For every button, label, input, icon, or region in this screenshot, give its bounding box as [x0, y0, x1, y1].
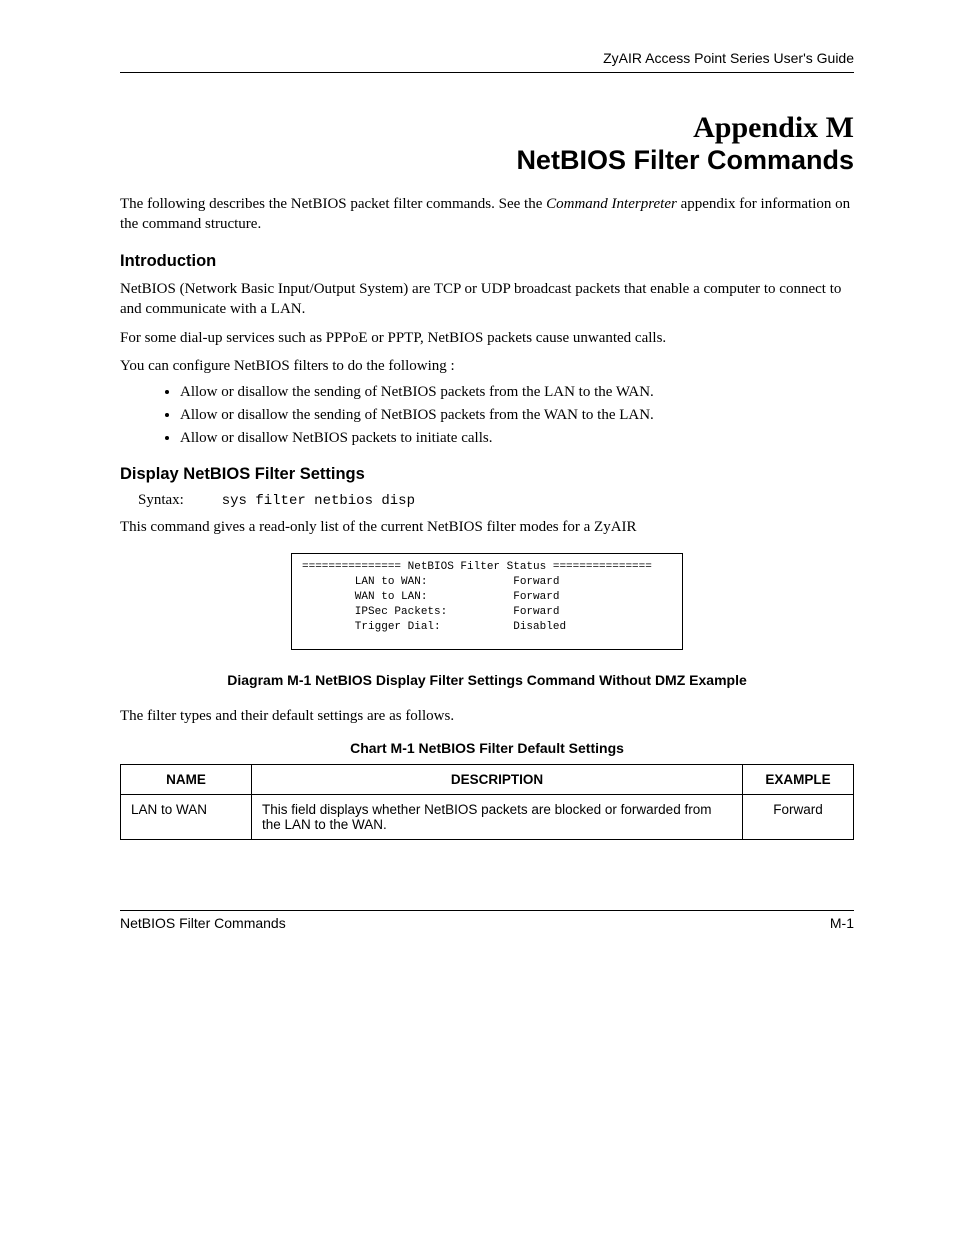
footer-section-name: NetBIOS Filter Commands: [120, 915, 286, 931]
list-item: Allow or disallow the sending of NetBIOS…: [180, 384, 854, 401]
display-settings-heading: Display NetBIOS Filter Settings: [120, 465, 854, 484]
filter-default-settings-table: NAME DESCRIPTION EXAMPLE LAN to WAN This…: [120, 764, 854, 840]
introduction-heading: Introduction: [120, 252, 854, 271]
footer-page-number: M-1: [830, 915, 854, 931]
display-settings-p2: The filter types and their default setti…: [120, 706, 854, 726]
syntax-row: Syntax: sys filter netbios disp: [138, 492, 854, 509]
list-item: Allow or disallow the sending of NetBIOS…: [180, 407, 854, 424]
introduction-p3: You can configure NetBIOS filters to do …: [120, 356, 854, 376]
table-header-example: EXAMPLE: [743, 764, 854, 794]
display-settings-p1: This command gives a read-only list of t…: [120, 517, 854, 537]
syntax-command: sys filter netbios disp: [222, 493, 415, 509]
footer-rule: [120, 910, 854, 911]
header-rule: [120, 72, 854, 73]
diagram-caption: Diagram M-1 NetBIOS Display Filter Setti…: [120, 672, 854, 688]
intro-paragraph: The following describes the NetBIOS pack…: [120, 194, 854, 235]
appendix-title: Appendix M: [120, 111, 854, 144]
header-guide-title: ZyAIR Access Point Series User's Guide: [120, 50, 854, 66]
introduction-bullets: Allow or disallow the sending of NetBIOS…: [160, 384, 854, 447]
table-header-row: NAME DESCRIPTION EXAMPLE: [121, 764, 854, 794]
table-row: LAN to WAN This field displays whether N…: [121, 794, 854, 839]
table-cell-description: This field displays whether NetBIOS pack…: [252, 794, 743, 839]
intro-italic: Command Interpreter: [546, 196, 677, 212]
table-header-name: NAME: [121, 764, 252, 794]
appendix-subtitle: NetBIOS Filter Commands: [120, 146, 854, 176]
list-item: Allow or disallow NetBIOS packets to ini…: [180, 430, 854, 447]
introduction-p1: NetBIOS (Network Basic Input/Output Syst…: [120, 279, 854, 320]
table-cell-example: Forward: [743, 794, 854, 839]
footer-row: NetBIOS Filter Commands M-1: [120, 915, 854, 931]
table-cell-name: LAN to WAN: [121, 794, 252, 839]
table-header-description: DESCRIPTION: [252, 764, 743, 794]
syntax-label: Syntax:: [138, 492, 218, 509]
chart-caption: Chart M-1 NetBIOS Filter Default Setting…: [120, 740, 854, 756]
netbios-status-output: =============== NetBIOS Filter Status ==…: [291, 553, 683, 649]
intro-text-part1: The following describes the NetBIOS pack…: [120, 196, 546, 212]
introduction-p2: For some dial-up services such as PPPoE …: [120, 328, 854, 348]
